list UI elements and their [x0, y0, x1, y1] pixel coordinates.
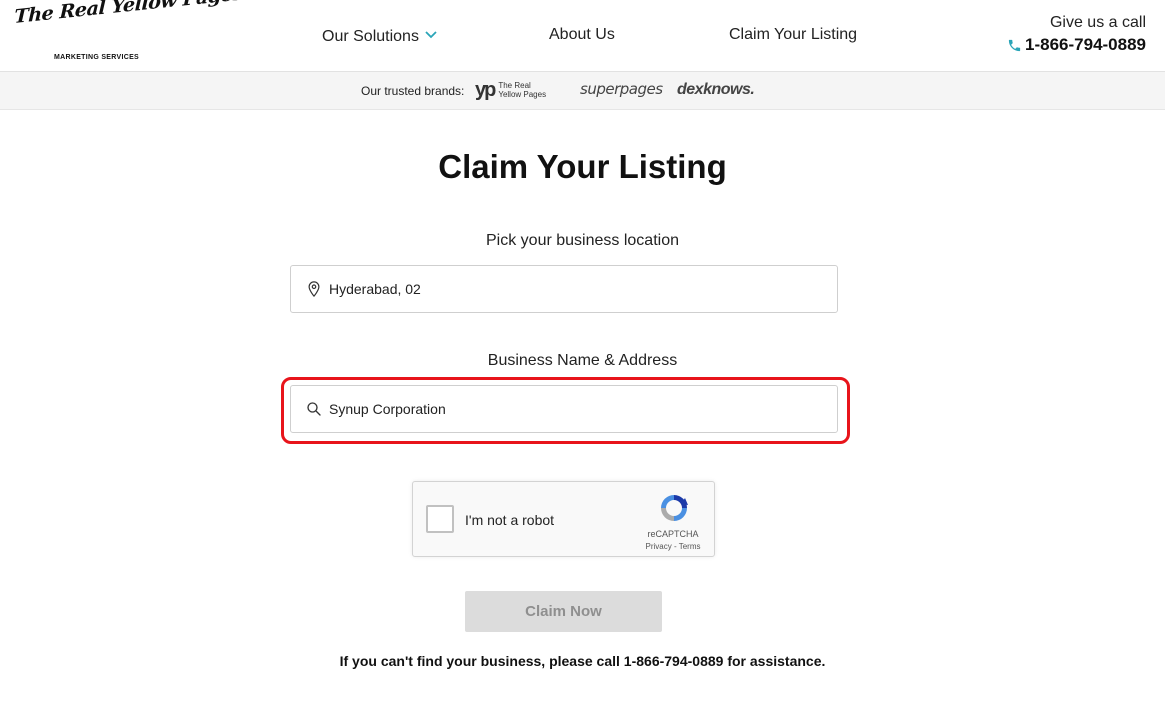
brand-yp-logo[interactable]: yp The Real Yellow Pages — [475, 80, 546, 100]
phone-number: 1-866-794-0889 — [1025, 35, 1146, 54]
recaptcha-label: I'm not a robot — [465, 512, 555, 528]
call-label: Give us a call — [1049, 14, 1146, 31]
trusted-brands-bar: Our trusted brands: yp The Real Yellow P… — [0, 72, 1165, 110]
nav-our-solutions-label: Our Solutions — [322, 28, 419, 45]
map-pin-icon — [305, 280, 323, 298]
yellow-pages-logo[interactable]: The Real Yellow Pages MARKETING SERVICES — [14, 0, 243, 66]
location-label: Pick your business location — [486, 232, 679, 249]
brand-superpages-logo[interactable]: superpages — [580, 80, 663, 98]
page-title: Claim Your Listing — [438, 148, 727, 185]
chevron-down-icon — [425, 26, 437, 44]
recaptcha-checkbox[interactable] — [426, 505, 454, 533]
recaptcha-privacy-terms[interactable]: Privacy - Terms — [633, 542, 713, 551]
help-text: If you can't find your business, please … — [339, 653, 826, 669]
search-icon — [305, 400, 323, 418]
trusted-brands-label: Our trusted brands: — [361, 84, 465, 98]
recaptcha-logo-icon — [657, 492, 691, 524]
phone-icon — [1007, 38, 1022, 53]
location-field[interactable] — [290, 265, 838, 313]
yp-mark: yp — [475, 79, 496, 101]
call-us-block: Give us a call 1-866-794-0889 — [1007, 14, 1146, 55]
site-header: The Real Yellow Pages MARKETING SERVICES… — [0, 0, 1165, 72]
logo-subtitle: MARKETING SERVICES — [54, 54, 140, 61]
location-input[interactable] — [329, 281, 809, 297]
yp-line2: Yellow Pages — [498, 90, 547, 99]
business-label: Business Name & Address — [487, 352, 678, 369]
phone-link[interactable]: 1-866-794-0889 — [1007, 35, 1146, 55]
yp-line1: The Real — [498, 81, 531, 90]
business-input[interactable] — [329, 401, 809, 417]
logo-wordmark: The Real Yellow Pages — [14, 0, 244, 28]
nav-claim-your-listing[interactable]: Claim Your Listing — [729, 26, 857, 44]
business-field[interactable] — [290, 385, 838, 433]
brand-dexknows-logo[interactable]: dexknows. — [677, 81, 755, 99]
recaptcha-widget: I'm not a robot reCAPTCHA Privacy - Term… — [412, 481, 715, 557]
nav-our-solutions[interactable]: Our Solutions — [322, 26, 437, 46]
recaptcha-brand: reCAPTCHA — [647, 529, 699, 539]
claim-now-button[interactable]: Claim Now — [465, 591, 662, 632]
yp-wordmark: The Real Yellow Pages — [498, 81, 546, 99]
nav-about-us[interactable]: About Us — [549, 26, 615, 44]
